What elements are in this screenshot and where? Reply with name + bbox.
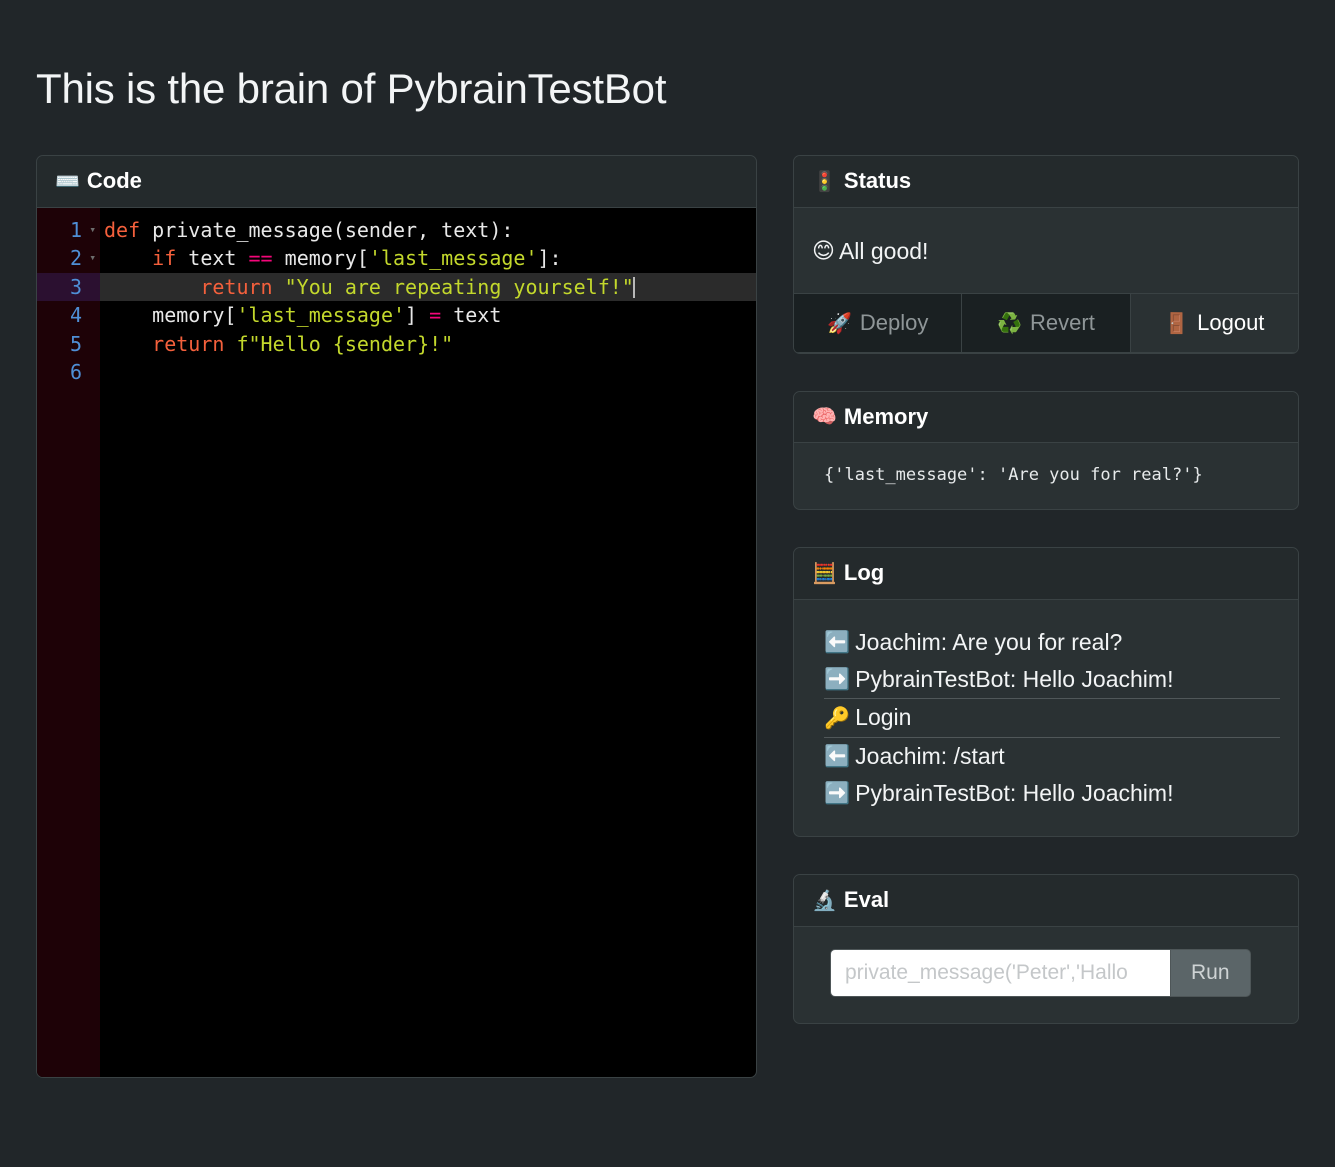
arrow-right-icon: ➡️ [824, 664, 850, 694]
log-entry: 🔑Login [824, 698, 1280, 737]
memory-panel-body: {'last_message': 'Are you for real?'} [794, 443, 1298, 509]
arrow-left-icon: ⬅️ [824, 741, 850, 771]
line-number: 1▾ [37, 216, 100, 245]
code-token: if [152, 246, 176, 270]
text-caret [633, 277, 635, 298]
log-entry: ➡️PybrainTestBot: Hello Joachim! [824, 661, 1280, 698]
smiling-face-icon: 😊 [812, 239, 835, 264]
code-token: memory[ [104, 303, 236, 327]
button-label: Deploy [860, 310, 928, 336]
memory-content: {'last_message': 'Are you for real?'} [824, 465, 1280, 485]
memory-panel-title: Memory [844, 403, 928, 431]
log-panel-body: ⬅️Joachim: Are you for real?➡️PybrainTes… [794, 600, 1298, 837]
code-panel-header: ⌨️ Code [37, 156, 756, 208]
code-line[interactable]: memory['last_message'] = text [100, 301, 756, 330]
log-entry-text: PybrainTestBot: Hello Joachim! [855, 777, 1173, 810]
code-token [273, 275, 285, 299]
eval-panel-body: Run [794, 927, 1298, 1023]
line-number: 5 [37, 330, 100, 359]
code-token: text [176, 246, 248, 270]
deploy-button[interactable]: 🚀 Deploy [794, 294, 962, 353]
code-token: == [249, 246, 273, 270]
log-entry: ⬅️Joachim: Are you for real? [824, 624, 1280, 661]
code-token: ] [405, 303, 429, 327]
status-panel-title: Status [844, 167, 911, 195]
code-line[interactable]: if text == memory['last_message']: [100, 244, 756, 273]
traffic-light-icon: 🚦 [812, 171, 837, 191]
code-token: 'last_message' [369, 246, 538, 270]
eval-panel-header: 🔬 Eval [794, 875, 1298, 927]
code-token: def [104, 218, 140, 242]
page-title: This is the brain of PybrainTestBot [36, 64, 666, 114]
log-panel: 🧮 Log ⬅️Joachim: Are you for real?➡️Pybr… [793, 547, 1299, 837]
code-token: return [200, 275, 272, 299]
log-entry-text: Login [855, 701, 911, 734]
code-token: ]: [538, 246, 562, 270]
code-panel-title: Code [87, 167, 142, 195]
eval-panel: 🔬 Eval Run [793, 874, 1299, 1024]
code-token [104, 246, 152, 270]
code-token [104, 332, 152, 356]
code-line[interactable]: return "You are repeating yourself!" [100, 273, 756, 302]
code-token: "You are repeating yourself!" [285, 275, 634, 299]
line-number-gutter: 1▾2▾3456 [37, 208, 100, 1078]
arrow-left-icon: ⬅️ [824, 627, 850, 657]
fold-arrow-icon[interactable]: ▾ [89, 244, 96, 273]
code-token: = [429, 303, 441, 327]
brain-icon: 🧠 [812, 406, 837, 426]
code-token: return [152, 332, 224, 356]
line-number: 3 [37, 273, 100, 302]
keyboard-icon: ⌨️ [55, 171, 80, 191]
door-icon: 🚪 [1164, 311, 1189, 335]
code-token: f"Hello {sender}!" [236, 332, 453, 356]
code-token: memory[ [273, 246, 369, 270]
app-root: This is the brain of PybrainTestBot ⌨️ C… [0, 0, 1335, 1167]
line-number: 2▾ [37, 244, 100, 273]
line-number: 6 [37, 358, 100, 387]
code-text-area[interactable]: def private_message(sender, text): if te… [100, 208, 756, 1078]
microscope-icon: 🔬 [812, 890, 837, 910]
memory-panel: 🧠 Memory {'last_message': 'Are you for r… [793, 391, 1299, 511]
status-panel: 🚦 Status 😊 All good! 🚀 Deploy ♻️ Revert 🚪 Log… [793, 155, 1299, 354]
arrow-right-icon: ➡️ [824, 778, 850, 808]
line-number: 4 [37, 301, 100, 330]
recycle-icon: ♻️ [997, 311, 1022, 335]
code-token [104, 275, 200, 299]
code-line[interactable]: def private_message(sender, text): [100, 216, 756, 245]
eval-input[interactable] [830, 949, 1170, 997]
log-entry-text: Joachim: Are you for real? [855, 626, 1122, 659]
right-column: 🚦 Status 😊 All good! 🚀 Deploy ♻️ Revert 🚪 Log… [793, 155, 1299, 1061]
status-button-row: 🚀 Deploy ♻️ Revert 🚪 Logout [794, 293, 1298, 353]
rocket-icon: 🚀 [827, 311, 852, 335]
code-token: 'last_message' [236, 303, 405, 327]
code-line[interactable]: return f"Hello {sender}!" [100, 330, 756, 359]
log-entry-text: Joachim: /start [855, 740, 1005, 773]
revert-button[interactable]: ♻️ Revert [962, 294, 1130, 353]
memory-panel-header: 🧠 Memory [794, 392, 1298, 444]
log-panel-title: Log [844, 559, 884, 587]
status-panel-body: 😊 All good! [794, 208, 1298, 293]
code-editor[interactable]: 1▾2▾3456 def private_message(sender, tex… [37, 208, 756, 1078]
status-panel-header: 🚦 Status [794, 156, 1298, 208]
code-token [224, 332, 236, 356]
code-panel: ⌨️ Code 1▾2▾3456 def private_message(sen… [36, 155, 757, 1078]
run-button[interactable]: Run [1170, 949, 1251, 997]
log-entry-text: PybrainTestBot: Hello Joachim! [855, 663, 1173, 696]
button-label: Revert [1030, 310, 1095, 336]
status-message: 😊 All good! [812, 224, 1280, 277]
status-message-text: All good! [839, 238, 929, 265]
logout-button[interactable]: 🚪 Logout [1131, 294, 1298, 353]
abacus-icon: 🧮 [812, 563, 837, 583]
code-token: text [441, 303, 501, 327]
code-line[interactable] [100, 358, 756, 387]
log-entry: ⬅️Joachim: /start [824, 738, 1280, 775]
log-panel-header: 🧮 Log [794, 548, 1298, 600]
code-token: private_message(sender, text): [140, 218, 513, 242]
eval-panel-title: Eval [844, 886, 889, 914]
key-icon: 🔑 [824, 703, 850, 733]
fold-arrow-icon[interactable]: ▾ [89, 216, 96, 245]
button-label: Logout [1197, 310, 1264, 336]
log-entry: ➡️PybrainTestBot: Hello Joachim! [824, 775, 1280, 812]
